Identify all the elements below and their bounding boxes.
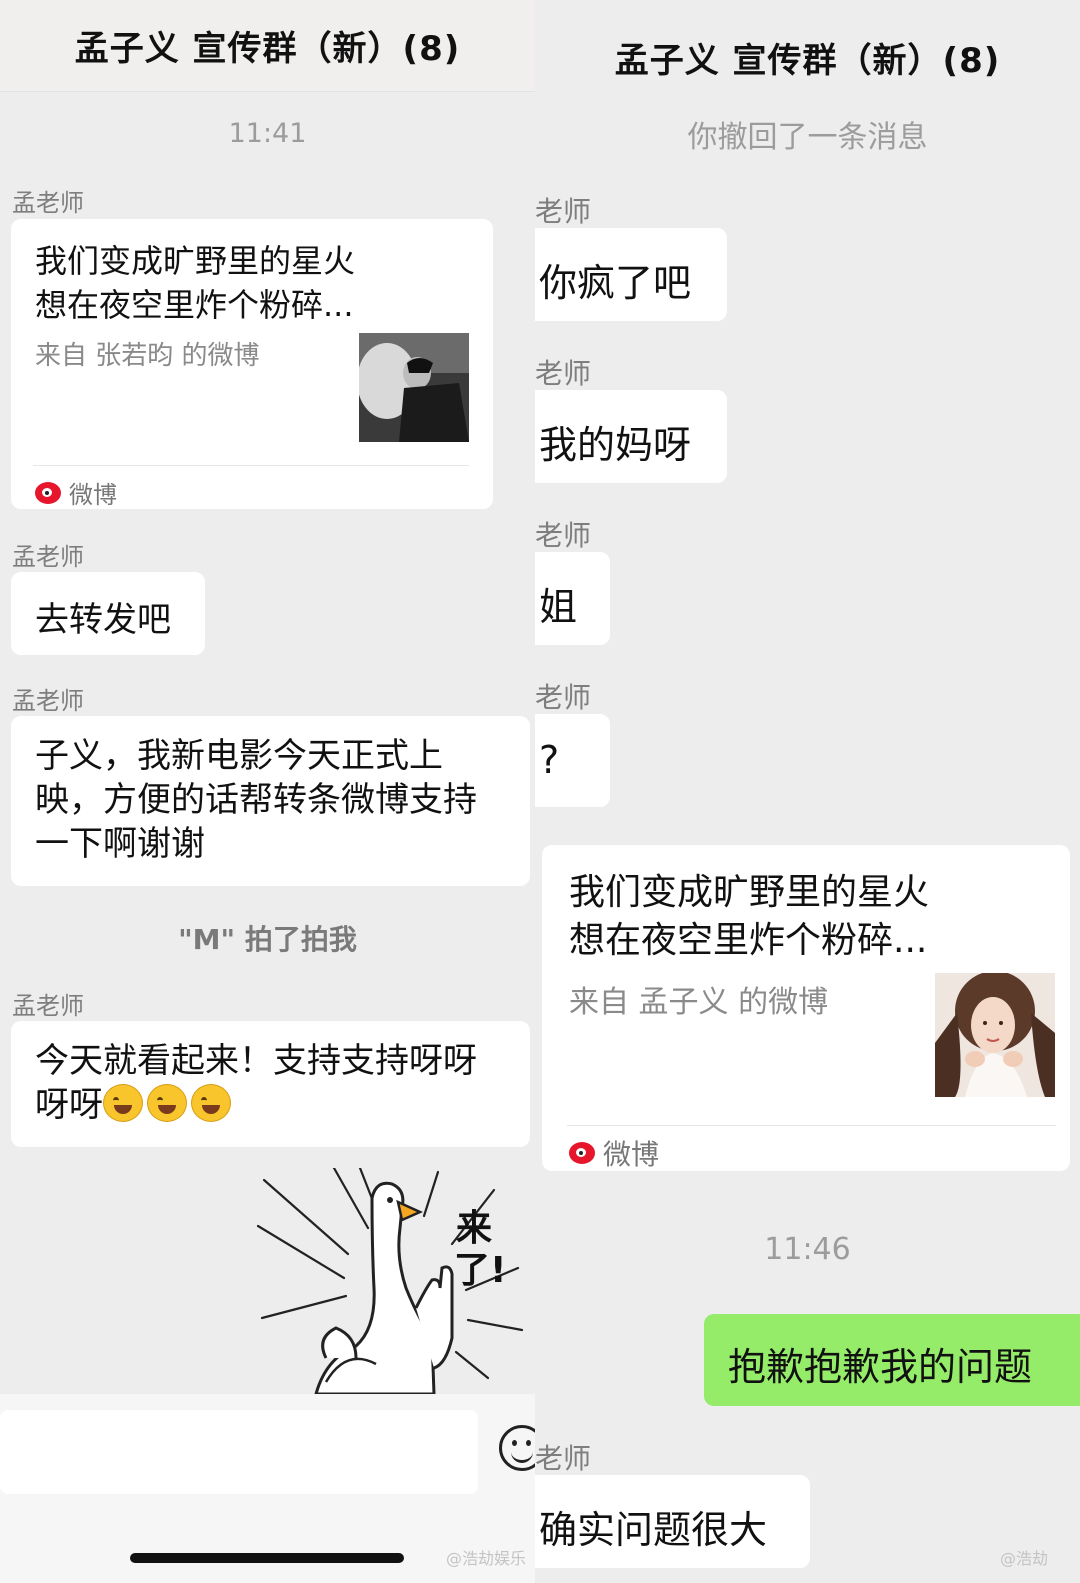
weibo-icon [569, 1142, 595, 1164]
card-footer: 微博 [569, 1133, 659, 1173]
message-text: 去转发吧 [35, 600, 171, 640]
chat-header: 孟子义 宣传群（新）(8) [535, 0, 1080, 108]
pat-notice: "M" 拍了拍我 [178, 923, 357, 956]
card-title-line1: 我们变成旷野里的星火 [35, 242, 356, 280]
timestamp: 11:46 [764, 1232, 851, 1267]
message-bubble[interactable]: 子义，我新电影今天正式上 映，方便的话帮转条微博支持 一下啊谢谢 [11, 716, 530, 886]
home-indicator [130, 1553, 404, 1563]
weibo-share-card[interactable]: 我们变成旷野里的星火 想在夜空里炸个粉碎... 来自 张若昀 的微博 微博 [11, 219, 493, 509]
message-text: 姐 [539, 585, 578, 629]
sender-name: 孟老师 [12, 543, 84, 571]
message-bubble[interactable]: 今天就看起来！支持支持呀呀 呀呀 [11, 1021, 530, 1147]
card-title-line1: 我们变成旷野里的星火 [569, 872, 930, 913]
message-bubble[interactable]: 姐 [535, 552, 610, 645]
message-text: 确实问题很大 [539, 1508, 768, 1552]
message-bubble[interactable]: 确实问题很大 [535, 1475, 810, 1568]
my-message-bubble[interactable]: 抱歉抱歉我的问题 [704, 1314, 1080, 1406]
message-text-line-2: 呀呀 [35, 1083, 506, 1127]
message-text: ? [539, 738, 560, 782]
message-text: 抱歉抱歉我的问题 [728, 1345, 1033, 1389]
card-source: 来自 孟子义 的微博 [569, 985, 829, 1020]
sender-name: 老师 [535, 195, 592, 228]
message-bubble[interactable]: 你疯了吧 [535, 228, 727, 321]
message-text: 呀呀 [35, 1085, 103, 1125]
card-divider [567, 1125, 1056, 1126]
left-chat-panel: 孟子义 宣传群（新）(8) 11:41 孟老师 我们变成旷野里的星火 想在夜空里… [0, 0, 535, 1583]
sender-name: 老师 [535, 681, 592, 714]
message-bubble[interactable]: ? [535, 714, 610, 807]
timestamp: 11:41 [228, 118, 307, 149]
grin-emoji-icon [191, 1084, 231, 1122]
message-bubble[interactable]: 去转发吧 [11, 572, 205, 655]
weibo-share-card[interactable]: 我们变成旷野里的星火 想在夜空里炸个粉碎... 来自 孟子义 的微博 微博 [542, 845, 1070, 1171]
card-footer: 微博 [35, 475, 117, 510]
watermark: @浩劫 [1000, 1549, 1049, 1568]
grin-emoji-icon [147, 1084, 187, 1122]
card-app-name: 微博 [69, 481, 117, 509]
grin-emoji-icon [103, 1084, 143, 1122]
card-divider [33, 465, 469, 466]
right-chat-panel: 孟子义 宣传群（新）(8) 你撤回了一条消息 老师 你疯了吧 老师 我的妈呀 老… [535, 0, 1080, 1583]
weibo-icon [35, 481, 61, 504]
message-bubble[interactable]: 我的妈呀 [535, 390, 727, 483]
chat-header: 孟子义 宣传群（新）(8) [0, 0, 535, 92]
sender-name: 老师 [535, 1442, 592, 1475]
card-source: 来自 张若昀 的微博 [35, 341, 260, 371]
message-text: 你疯了吧 [539, 261, 692, 305]
message-text-line: 一下啊谢谢 [35, 824, 205, 864]
watermark: @浩劫娱乐 [446, 1549, 527, 1568]
chat-title: 孟子义 宣传群（新）(8) [614, 40, 1001, 81]
message-text-line: 映，方便的话帮转条微博支持 [35, 780, 477, 820]
card-title-line2: 想在夜空里炸个粉碎... [569, 920, 928, 961]
message-text-line: 今天就看起来！支持支持呀呀 [35, 1041, 477, 1081]
card-app-name: 微博 [603, 1138, 660, 1171]
goose-sticker[interactable]: 来了! [256, 1166, 526, 1396]
card-thumbnail [935, 973, 1055, 1097]
sender-name: 孟老师 [12, 687, 84, 715]
sender-name: 孟老师 [12, 992, 84, 1020]
message-text-line: 子义，我新电影今天正式上 [35, 736, 443, 776]
message-text: 我的妈呀 [539, 423, 692, 467]
sender-name: 老师 [535, 357, 592, 390]
card-thumbnail [359, 333, 469, 442]
message-input[interactable] [0, 1410, 478, 1494]
sticker-text: 来了! [454, 1208, 507, 1291]
chat-title: 孟子义 宣传群（新）(8) [74, 29, 461, 69]
card-title-line2: 想在夜空里炸个粉碎... [35, 286, 354, 324]
sender-name: 老师 [535, 519, 592, 552]
sender-name: 孟老师 [12, 189, 84, 217]
recall-notice: 你撤回了一条消息 [687, 120, 928, 155]
